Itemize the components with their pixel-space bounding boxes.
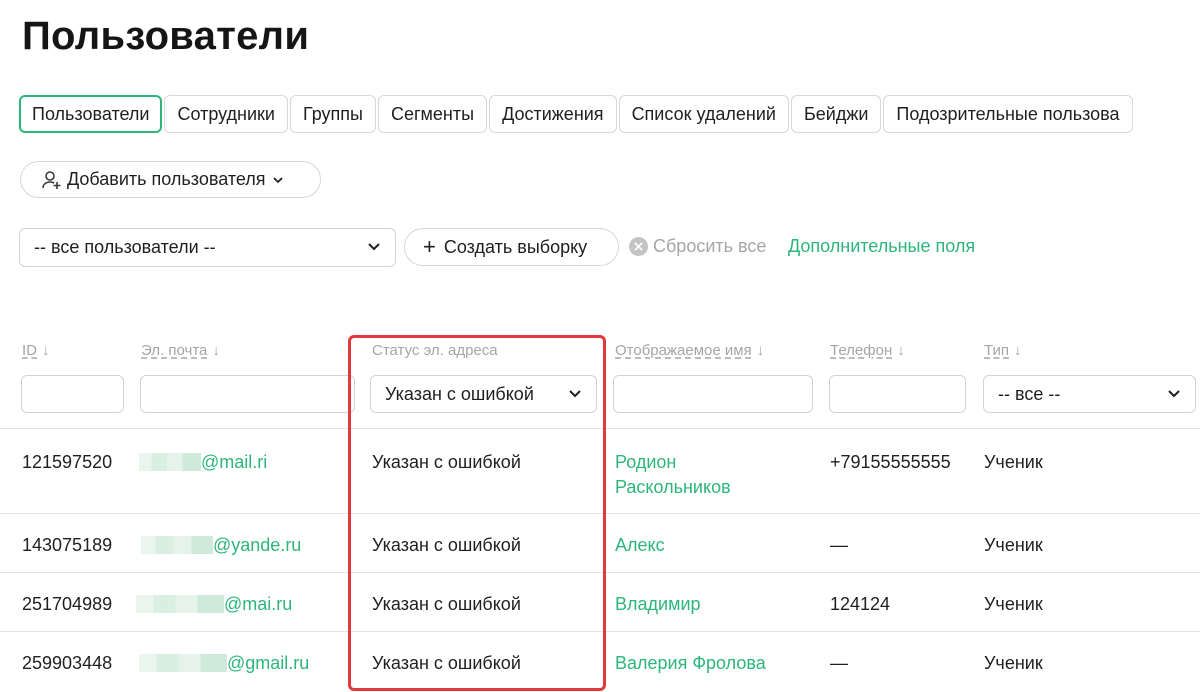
column-header-email-status: Статус эл. адреса (372, 342, 498, 359)
row-divider (0, 513, 1200, 514)
cell-id: 143075189 (22, 535, 113, 555)
chevron-down-icon (272, 174, 284, 186)
tab-users[interactable]: Пользователи (19, 95, 163, 133)
cell-email-status: Указан с ошибкой (372, 653, 521, 673)
column-header-email[interactable]: Эл. почта ↓ (141, 342, 220, 359)
sort-arrow-icon: ↓ (212, 342, 220, 359)
users-page: Пользователи Пользователи Сотрудники Гру… (0, 0, 1200, 692)
email-status-filter-select[interactable]: Указан с ошибкой (370, 375, 597, 413)
email-status-filter-value: Указан с ошибкой (385, 383, 534, 404)
cell-type: Ученик (984, 594, 1043, 614)
cell-phone: +79155555555 (830, 452, 951, 472)
cell-display-name[interactable]: Алекс (615, 535, 665, 556)
cell-email[interactable]: @gmail.ru (139, 653, 309, 674)
tab-badges[interactable]: Бейджи (790, 95, 882, 133)
chevron-down-icon (568, 384, 582, 405)
column-header-display-name[interactable]: Отображаемое имя ↓ (615, 342, 764, 359)
row-divider (0, 572, 1200, 573)
cell-id: 259903448 (22, 653, 113, 673)
tab-achievements[interactable]: Достижения (489, 95, 617, 133)
cell-phone: — (830, 535, 848, 555)
redacted-email-local (136, 595, 224, 613)
cell-phone: 124124 (830, 594, 891, 614)
cell-id: 251704989 (22, 594, 113, 614)
page-title: Пользователи (22, 14, 310, 58)
cell-type: Ученик (984, 653, 1043, 673)
cell-type: Ученик (984, 452, 1043, 472)
sort-arrow-icon: ↓ (1014, 342, 1022, 359)
sort-arrow-icon: ↓ (756, 342, 765, 359)
column-header-phone[interactable]: Телефон ↓ (830, 342, 905, 359)
cell-email[interactable]: @mail.ri (139, 452, 267, 473)
create-selection-button[interactable]: + Создать выборку (404, 228, 619, 266)
cell-display-name[interactable]: Владимир (615, 594, 701, 615)
column-header-type[interactable]: Тип ↓ (984, 342, 1022, 359)
cell-phone: — (830, 653, 848, 673)
cell-email[interactable]: @mai.ru (136, 594, 292, 615)
segment-select-value: -- все пользователи -- (34, 237, 216, 257)
close-circle-icon (629, 237, 648, 256)
tabs-bar: Пользователи Сотрудники Группы Сегменты … (19, 95, 1135, 133)
tab-suspicious-users[interactable]: Подозрительные пользова (883, 95, 1133, 133)
tab-groups[interactable]: Группы (289, 95, 376, 133)
cell-email[interactable]: @yande.ru (141, 535, 301, 556)
cell-email-status: Указан с ошибкой (372, 594, 521, 614)
redacted-email-local (141, 536, 213, 554)
email-filter-input[interactable] (140, 375, 355, 413)
reset-all-label: Сбросить все (653, 236, 767, 256)
column-header-id[interactable]: ID ↓ (22, 342, 50, 359)
chevron-down-icon (367, 237, 381, 258)
add-user-button[interactable]: Добавить пользователя (20, 161, 321, 198)
display-name-filter-input[interactable] (613, 375, 813, 413)
redacted-email-local (139, 453, 201, 471)
sort-arrow-icon: ↓ (42, 342, 50, 359)
cell-id: 121597520 (22, 452, 113, 472)
segment-select[interactable]: -- все пользователи -- (19, 228, 396, 267)
tab-segments[interactable]: Сегменты (377, 95, 488, 133)
create-selection-label: Создать выборку (443, 236, 588, 257)
chevron-down-icon (1167, 384, 1181, 405)
tab-deletion-list[interactable]: Список удалений (618, 95, 789, 133)
cell-display-name[interactable]: Родион Раскольников (615, 450, 785, 500)
redacted-email-local (139, 654, 227, 672)
tab-employees[interactable]: Сотрудники (164, 95, 288, 133)
type-filter-value: -- все -- (998, 383, 1061, 404)
cell-display-name[interactable]: Валерия Фролова (615, 653, 766, 674)
phone-filter-input[interactable] (829, 375, 966, 413)
cell-type: Ученик (984, 535, 1043, 555)
row-divider (0, 428, 1200, 429)
type-filter-select[interactable]: -- все -- (983, 375, 1196, 413)
reset-all-button[interactable]: Сбросить все (629, 236, 766, 257)
row-divider (0, 631, 1200, 632)
sort-arrow-icon: ↓ (897, 342, 905, 359)
extra-fields-link[interactable]: Дополнительные поля (788, 236, 975, 257)
cell-email-status: Указан с ошибкой (372, 535, 521, 555)
user-plus-icon (41, 169, 63, 191)
id-filter-input[interactable] (21, 375, 124, 413)
add-user-label: Добавить пользователя (67, 169, 266, 189)
cell-email-status: Указан с ошибкой (372, 452, 521, 472)
plus-icon: + (423, 234, 436, 259)
